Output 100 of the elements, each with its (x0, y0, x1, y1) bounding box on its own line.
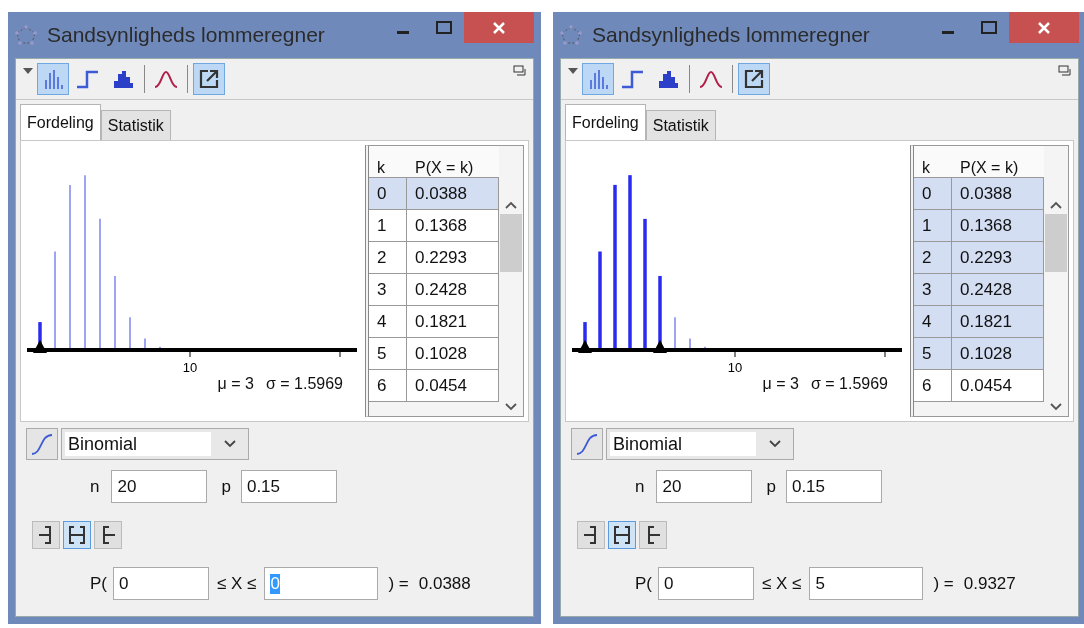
table-cell[interactable]: 0.1821 (951, 305, 1044, 338)
upper-bound-field[interactable]: 5 (809, 567, 924, 600)
scrollbar-thumb[interactable] (1045, 214, 1067, 272)
interval-mode-button[interactable] (63, 521, 91, 549)
export-icon (198, 68, 220, 90)
menu-caret-icon[interactable] (22, 67, 34, 75)
probability-label: P( (90, 573, 107, 594)
parameter-field[interactable]: 20 (656, 470, 753, 503)
minimize-icon (941, 31, 955, 34)
toolbar-button[interactable] (738, 63, 770, 95)
table-cell[interactable]: 1 (369, 209, 407, 242)
bar-chart-icon (588, 68, 608, 90)
parameter-field[interactable]: 0.15 (240, 470, 337, 503)
close-icon (492, 20, 506, 35)
table-cell[interactable]: 1 (914, 209, 952, 242)
table-cell[interactable]: 3 (369, 273, 407, 306)
table-cell[interactable]: 3 (914, 273, 952, 306)
table-cell[interactable]: 5 (369, 337, 407, 370)
close-button[interactable] (1009, 12, 1079, 43)
probability-label: P( (635, 573, 652, 594)
parameter-field[interactable]: 0.15 (785, 470, 882, 503)
mean-text: μ = 3 (762, 375, 799, 393)
table-cell[interactable]: 0.2428 (951, 273, 1044, 306)
app-icon (560, 25, 582, 45)
scroll-down-icon[interactable] (1049, 402, 1063, 412)
maximize-icon (981, 20, 997, 35)
lower-bound-field[interactable]: 0 (658, 567, 754, 600)
interval-mode-button[interactable] (639, 521, 667, 549)
table-cell[interactable]: 0 (914, 177, 952, 210)
interval-marker[interactable] (653, 340, 667, 353)
table-cell[interactable]: 0.2428 (406, 273, 499, 306)
menu-caret-icon[interactable] (567, 67, 579, 75)
equals-label: ) = (388, 573, 409, 594)
interval-mode-button[interactable] (577, 521, 605, 549)
interval-bracket-icon (612, 525, 632, 545)
table-cell[interactable]: 6 (914, 369, 952, 402)
scroll-up-icon[interactable] (504, 200, 518, 210)
bell-curve-icon (154, 69, 178, 89)
probability-result: 0.9327 (963, 573, 1016, 594)
close-icon (1037, 20, 1051, 35)
interval-mode-button[interactable] (608, 521, 636, 549)
parameter-field[interactable]: 20 (111, 470, 208, 503)
table-cell[interactable]: 0 (369, 177, 407, 210)
toolbar-button[interactable] (193, 63, 225, 95)
histogram-icon (112, 69, 134, 89)
distribution-dropdown[interactable]: Binomial (61, 428, 249, 460)
table-cell[interactable]: 6 (369, 369, 407, 402)
step-chart-icon (76, 69, 100, 89)
tab[interactable]: Statistik (645, 110, 716, 140)
probability-result: 0.0388 (418, 573, 471, 594)
table-cell[interactable]: 0.1821 (406, 305, 499, 338)
distribution-dropdown[interactable]: Binomial (606, 428, 794, 460)
window-title: Sandsynligheds lommeregner (47, 23, 325, 47)
scroll-up-icon[interactable] (1049, 200, 1063, 210)
table-cell[interactable]: 2 (914, 241, 952, 274)
s-curve-icon (30, 432, 54, 456)
undock-icon[interactable] (1058, 65, 1072, 77)
cumulative-button[interactable] (571, 428, 603, 460)
relation-label: ≤ X ≤ (217, 573, 257, 594)
cumulative-button[interactable] (26, 428, 58, 460)
scrollbar-thumb[interactable] (500, 214, 522, 272)
table-cell[interactable]: 4 (369, 305, 407, 338)
axis-tick-label: 10 (727, 360, 743, 375)
undock-icon[interactable] (513, 65, 527, 77)
parameter-label: p (766, 476, 776, 497)
parameter-label: n (635, 476, 645, 497)
table-cell[interactable]: 0.0454 (406, 369, 499, 402)
app-icon (15, 25, 37, 45)
table-cell[interactable]: 0.2293 (951, 241, 1044, 274)
table-cell[interactable]: 0.1028 (406, 337, 499, 370)
interval-mode-button[interactable] (94, 521, 122, 549)
scroll-down-icon[interactable] (504, 402, 518, 412)
step-chart-icon (621, 69, 645, 89)
close-button[interactable] (464, 12, 534, 43)
parameter-label: p (221, 476, 231, 497)
tab[interactable]: Fordeling (20, 104, 101, 140)
bar-chart-icon (43, 68, 63, 90)
table-cell[interactable]: 4 (914, 305, 952, 338)
maximize-icon (436, 20, 452, 35)
table-cell[interactable]: 2 (369, 241, 407, 274)
table-cell[interactable]: 0.0454 (951, 369, 1044, 402)
tab[interactable]: Statistik (100, 110, 171, 140)
table-cell[interactable]: 0.1368 (951, 209, 1044, 242)
axis-tick-label: 10 (182, 360, 198, 375)
interval-mode-button[interactable] (32, 521, 60, 549)
table-cell[interactable]: 0.1028 (951, 337, 1044, 370)
table-cell[interactable]: 0.2293 (406, 241, 499, 274)
table-cell[interactable]: 0.0388 (406, 177, 499, 210)
window-title: Sandsynligheds lommeregner (592, 23, 870, 47)
relation-label: ≤ X ≤ (762, 573, 802, 594)
interval-bracket-icon (67, 525, 87, 545)
table-cell[interactable]: 0.0388 (951, 177, 1044, 210)
interval-marker[interactable] (578, 340, 592, 353)
table-cell[interactable]: 0.1368 (406, 209, 499, 242)
chevron-down-icon (768, 439, 782, 449)
table-cell[interactable]: 5 (914, 337, 952, 370)
lower-bound-field[interactable]: 0 (113, 567, 209, 600)
minimize-icon (396, 31, 410, 34)
tab[interactable]: Fordeling (565, 104, 646, 140)
interval-marker[interactable] (33, 340, 47, 353)
